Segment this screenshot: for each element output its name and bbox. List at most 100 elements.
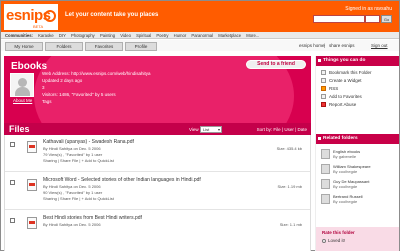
things-title: Things you can do [323, 58, 366, 63]
file-checkbox[interactable] [10, 218, 15, 223]
folder-updated: Updated 2 days ago [42, 78, 83, 83]
bullet-icon [318, 137, 321, 140]
nav-tabs: My Home Folders Favorites Profile esnips… [1, 40, 399, 51]
file-stats: 90 View(s) , "Favorited" by 1 user [43, 190, 103, 195]
logo-beta-badge: BETA [33, 24, 44, 29]
folder-thumbnail [321, 149, 330, 159]
file-checkbox[interactable] [10, 142, 15, 147]
community-link[interactable]: DIY [59, 33, 66, 38]
avatar[interactable] [10, 73, 34, 97]
folder-file-count: 3 [42, 85, 45, 90]
file-row: Best Hindi stories from Best Hindi write… [5, 211, 310, 248]
community-link[interactable]: Photography [71, 33, 95, 38]
top-header: esnips BETA Let your content take you pl… [1, 1, 399, 32]
folder-tags: Tags [42, 99, 52, 104]
chevron-down-icon: ▾ [217, 127, 220, 132]
header-search-button[interactable]: Go [381, 15, 392, 23]
related-folder-owner: By coolhegde [333, 199, 358, 204]
community-link[interactable]: Poetry [156, 33, 168, 38]
widget-icon [321, 78, 326, 83]
file-size: Size: 1.19 mb [277, 184, 302, 189]
community-link[interactable]: Karaoke [38, 33, 54, 38]
community-link[interactable]: Video [120, 33, 131, 38]
related-folder-item[interactable]: Guy De Maupassant By coolhegde [321, 179, 397, 192]
tab-folders[interactable]: Folders [45, 42, 83, 51]
file-size: Size: 435.4 kb [276, 146, 302, 151]
bookmark-folder-link[interactable]: Bookmark this Folder [321, 70, 372, 75]
communities-label: Communities: [5, 33, 33, 38]
rate-option-loved[interactable]: Loved it! [322, 238, 345, 243]
pdf-file-icon[interactable] [27, 141, 37, 153]
related-folder-owner: By gabenelle [333, 154, 357, 159]
file-title-link[interactable]: Microsoft Word - Selected stories of oth… [43, 177, 201, 183]
sort-by-links[interactable]: Sort by: File | User | Date [257, 127, 307, 132]
rss-link[interactable]: RSS [321, 86, 338, 91]
esnips-page: esnips BETA Let your content take you pl… [0, 0, 400, 251]
esnips-home-link[interactable]: esnips home [299, 43, 325, 48]
report-abuse-link[interactable]: Report Abuse [321, 102, 356, 107]
add-to-favorites-link[interactable]: Add to Favorites [321, 94, 362, 99]
related-folders-header: Related folders [316, 134, 399, 144]
radio-button[interactable] [322, 239, 326, 243]
tab-favorites[interactable]: Favorites [85, 42, 123, 51]
right-sidebar: Things you can do Bookmark this Folder C… [315, 56, 399, 251]
folder-web-address[interactable]: Web Address: http://www.esnips.com/web/h… [42, 71, 150, 76]
folder-visitors: Visitors: 1486, "Favorited" by 5 users [42, 92, 116, 97]
community-link[interactable]: Spiritual [136, 33, 151, 38]
folder-thumbnail [321, 164, 330, 174]
related-folder-owner: By coolhegde [333, 169, 358, 174]
bullet-icon [318, 59, 321, 62]
community-link[interactable]: Paranormal [191, 33, 213, 38]
related-folder-item[interactable]: William Shakespeare By coolhegde [321, 164, 397, 177]
community-link[interactable]: Painting [100, 33, 115, 38]
file-row: Kathavali (upanyas) - Swadesh Rana.pdf B… [5, 135, 310, 172]
pdf-file-icon[interactable] [27, 217, 37, 229]
file-actions[interactable]: Sharing | Share File | + Add to QuickLis… [43, 158, 114, 163]
folder-thumbnail [321, 194, 330, 204]
signed-in-text: Signed in as ravsahu [345, 6, 392, 12]
view-select-value: List [203, 127, 210, 132]
rate-folder-box: Rate this folder Loved it! [316, 227, 399, 251]
community-link[interactable]: Marketplace [218, 33, 241, 38]
files-list: Kathavali (upanyas) - Swadesh Rana.pdf B… [4, 135, 311, 251]
file-checkbox[interactable] [10, 180, 15, 185]
related-folder-owner: By coolhegde [333, 184, 358, 189]
report-icon [321, 102, 326, 107]
logo-ring-icon [44, 10, 56, 22]
rss-icon [321, 86, 326, 91]
header-search-input[interactable] [313, 15, 365, 23]
file-row: Microsoft Word - Selected stories of oth… [5, 173, 310, 210]
send-to-friend-button[interactable]: Send to a friend [246, 60, 306, 69]
tagline: Let your content take you places [65, 12, 159, 18]
header-search-scope-select[interactable] [365, 15, 380, 23]
folder-thumbnail [321, 179, 330, 189]
file-uploader: By Hindi Sahitya on Dec. 5 2006 [43, 184, 101, 189]
file-actions[interactable]: Sharing | Share File | + Add to QuickLis… [43, 196, 114, 201]
create-widget-link[interactable]: Create a Widget [321, 78, 362, 83]
community-link[interactable]: Humor [174, 33, 187, 38]
share-esnips-link[interactable]: share esnips [329, 43, 355, 48]
things-you-can-do-header: Things you can do [316, 56, 399, 66]
esnips-logo[interactable]: esnips BETA [4, 4, 58, 30]
files-header: Files View List ▾ Sort by: File | User |… [4, 123, 311, 135]
file-title-link[interactable]: Kathavali (upanyas) - Swadesh Rana.pdf [43, 139, 134, 145]
about-me-link[interactable]: About Me [13, 98, 32, 103]
community-link-more[interactable]: More... [246, 33, 259, 38]
files-title: Files [9, 124, 30, 134]
folder-header: Ebooks About Me Web Address: http://www.… [4, 56, 311, 123]
view-select[interactable]: List ▾ [200, 126, 222, 133]
avatar-head-icon [18, 78, 27, 87]
sign-out-link[interactable]: Sign out [371, 43, 388, 48]
related-folder-item[interactable]: Bertrand Russell By coolhegde [321, 194, 397, 207]
breadcrumb-separator: | [324, 43, 326, 48]
file-title-link[interactable]: Best Hindi stories from Best Hindi write… [43, 215, 142, 221]
tab-profile[interactable]: Profile [125, 42, 157, 51]
tab-my-home[interactable]: My Home [5, 42, 43, 51]
bookmark-icon [321, 70, 326, 75]
related-folder-item[interactable]: English ebooks By gabenelle [321, 149, 397, 162]
related-title: Related folders [323, 136, 358, 141]
favorites-icon [321, 94, 326, 99]
pdf-file-icon[interactable] [27, 179, 37, 191]
file-size: Size: 1.1 mb [279, 222, 302, 227]
file-stats: 79 View(s) , "Favorited" by 1 user [43, 152, 103, 157]
